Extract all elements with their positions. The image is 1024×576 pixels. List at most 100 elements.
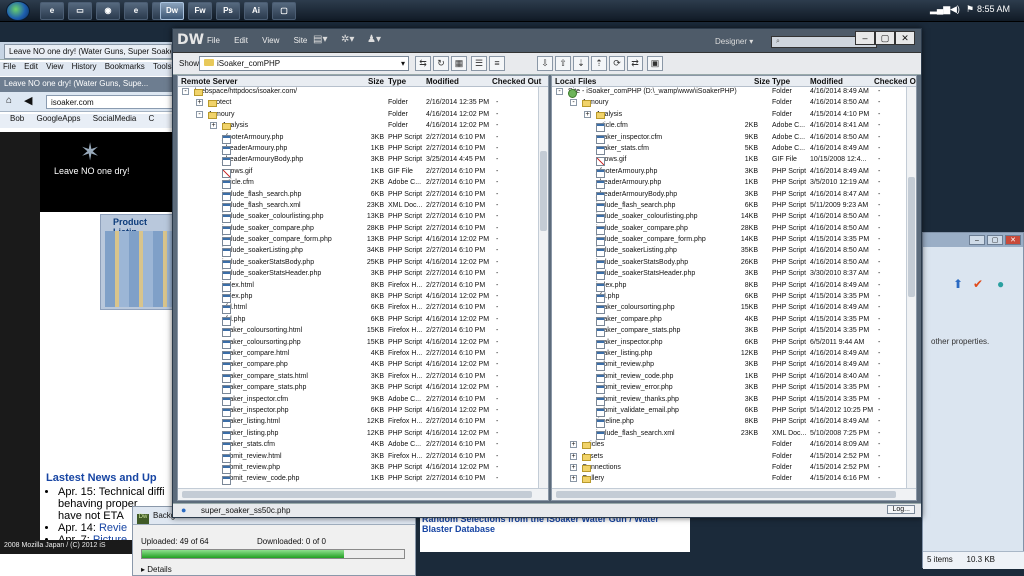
col-type[interactable]: Type	[388, 77, 406, 86]
upload-icon[interactable]: ⬆	[953, 277, 963, 291]
local-hscroll[interactable]	[552, 488, 916, 500]
file-row[interactable]: _headerArmouryBody.php 3KB PHP Script 4/16/…	[552, 190, 916, 201]
file-row[interactable]: _headerArmouryBody.php 3KB PHP Script 3/25/…	[178, 155, 548, 167]
file-row[interactable]: + Assets Folder 4/15/2014 2:52 PM -	[552, 452, 916, 463]
dw-menu-file[interactable]: File	[207, 36, 220, 45]
file-row[interactable]: soaker_compare_stats.html 3KB Firefox H...…	[178, 372, 548, 383]
file-row[interactable]: + Analysis Folder 4/16/2014 12:02 PM -	[178, 121, 548, 132]
clock[interactable]: 8:55 AM	[977, 4, 1010, 14]
volume-icon[interactable]: ◀)	[950, 4, 960, 15]
file-row[interactable]: include_flash_search.php 6KB PHP Script 5/1…	[552, 201, 916, 212]
sync-icon[interactable]: ⟳	[609, 56, 625, 71]
col-checked-out[interactable]: Checked Out	[492, 77, 541, 86]
file-row[interactable]: include_soaker_compare_form.php 13KB PHP S…	[178, 235, 548, 247]
details-toggle[interactable]: ▸ Details	[141, 565, 172, 574]
expand-icon[interactable]: +	[196, 99, 203, 107]
file-row[interactable]: - Armoury Folder 4/16/2014 12:02 PM -	[178, 110, 548, 121]
folder-taskbar-icon[interactable]: ▭	[68, 2, 92, 20]
file-row[interactable]: soaker_compare.php 4KB PHP Script 4/15/2014…	[552, 315, 916, 326]
close-button[interactable]: ✕	[895, 31, 915, 45]
menu-history[interactable]: History	[72, 62, 97, 71]
file-row[interactable]: include_soakerStatsHeader.php 3KB PHP Scri…	[552, 269, 916, 281]
firefox-taskbar-icon[interactable]: ◉	[96, 2, 120, 20]
file-row[interactable]: soaker_compare.php 4KB PHP Script 4/16/2014…	[178, 360, 548, 372]
file-row[interactable]: qfd.php 6KB PHP Script 4/16/2014 12:02 PM -	[178, 315, 548, 326]
file-row[interactable]: soaker_inspector.php 6KB PHP Script 4/16/20…	[178, 406, 548, 417]
file-row[interactable]: soaker_listing.php 12KB PHP Script 4/16/201…	[178, 429, 548, 440]
expand-icon[interactable]: +	[570, 475, 577, 483]
file-row[interactable]: qfd.html 6KB Firefox H... 2/27/2014 6:10 PM…	[178, 303, 548, 315]
file-row[interactable]: soaker_coloursorting.php 15KB PHP Script 4/…	[178, 338, 548, 349]
layout-icon[interactable]: ▤▾	[313, 34, 327, 45]
scroll-thumb[interactable]	[556, 491, 896, 498]
file-row[interactable]: submit_review_thanks.php 3KB PHP Script 4/1…	[552, 395, 916, 406]
file-row[interactable]: submit_review.php 3KB PHP Script 4/16/2014 …	[178, 463, 548, 474]
file-row[interactable]: soaker_stats.cfm 4KB Adobe C... 2/27/2014 6…	[178, 440, 548, 452]
back-icon[interactable]: ◀	[24, 94, 32, 107]
collapse-icon[interactable]: -	[556, 88, 563, 95]
dw-menu-edit[interactable]: Edit	[234, 36, 248, 45]
file-row[interactable]: include_flash_search.xml 23KB XML Doc... 2/…	[178, 201, 548, 212]
file-row[interactable]: soaker_inspector.cfm 9KB Adobe C... 4/16/20…	[552, 133, 916, 144]
col-modified[interactable]: Modified	[426, 77, 459, 86]
firefox-tab[interactable]: Leave NO one dry! (Water Guns, Super Soa…	[4, 44, 172, 59]
menu-tools[interactable]: Tools	[153, 62, 172, 71]
dw-menu-view[interactable]: View	[262, 36, 279, 45]
file-row[interactable]: arrows.gif 1KB GIF File 2/27/2014 6:10 PM -	[178, 167, 548, 178]
file-row[interactable]: article.cfm 2KB Adobe C... 2/27/2014 6:10 P…	[178, 178, 548, 190]
file-row[interactable]: + Analysis Folder 4/15/2014 4:10 PM -	[552, 110, 916, 121]
file-row[interactable]: submit_review.php 3KB PHP Script 4/16/2014 …	[552, 360, 916, 372]
file-row[interactable]: include_soakerListing.php 35KB PHP Script 4…	[552, 246, 916, 258]
file-row[interactable]: soaker_compare.html 4KB Firefox H... 2/27/2…	[178, 349, 548, 360]
file-row[interactable]: soaker_listing.html 12KB Firefox H... 2/27/…	[178, 417, 548, 429]
col-size[interactable]: Size	[368, 77, 384, 86]
file-row[interactable]: + Gallery Folder 4/15/2014 6:16 PM -	[552, 474, 916, 485]
file-row[interactable]: soaker_coloursorting.php 15KB PHP Script 4/…	[552, 303, 916, 315]
menu-file[interactable]: File	[3, 62, 16, 71]
file-row[interactable]: soaker_listing.php 12KB PHP Script 4/16/201…	[552, 349, 916, 360]
file-row[interactable]: soaker_compare_stats.php 3KB PHP Script 4/1…	[552, 326, 916, 338]
workspace-switcher[interactable]: Designer ▾	[715, 37, 753, 46]
menu-view[interactable]: View	[46, 62, 63, 71]
file-row[interactable]: include_soakerStatsBody.php 26KB PHP Scrip…	[552, 258, 916, 269]
file-row[interactable]: + articles Folder 4/16/2014 8:09 AM -	[552, 440, 916, 451]
bookmark-bob[interactable]: Bob	[10, 114, 24, 123]
file-row[interactable]: arrows.gif 1KB GIF File 10/15/2008 12:4... -	[552, 155, 916, 167]
collapse-icon[interactable]: -	[182, 88, 189, 95]
file-row[interactable]: qfd.php 6KB PHP Script 4/15/2014 3:35 PM -	[552, 292, 916, 304]
minimize-button[interactable]: –	[855, 31, 875, 45]
put-files-icon[interactable]: ⇧	[555, 56, 571, 71]
maximize-button[interactable]: ▢	[875, 31, 895, 45]
network-icon[interactable]: ▂▄▆	[930, 4, 950, 15]
gear-icon[interactable]: ✲▾	[341, 34, 354, 45]
file-row[interactable]: -/webspace/httpdocs/isoaker.com/	[178, 87, 548, 98]
col-checked-out[interactable]: Checked O	[874, 77, 916, 86]
file-row[interactable]: submit_review_code.php 1KB PHP Script 2/27/…	[178, 474, 548, 486]
file-row[interactable]: include_soaker_compare.php 28KB PHP Script…	[178, 224, 548, 235]
file-row[interactable]: article.cfm 2KB Adobe C... 4/16/2014 8:41 A…	[552, 121, 916, 133]
dw-menu-site[interactable]: Site	[294, 36, 308, 45]
globe-icon[interactable]: ●	[997, 277, 1004, 291]
ie-taskbar-icon[interactable]: e	[40, 2, 64, 20]
file-row[interactable]: include_soaker_colourlisting.php 13KB PHP …	[178, 212, 548, 224]
bookmark-c[interactable]: C	[149, 114, 155, 123]
scroll-thumb[interactable]	[182, 491, 532, 498]
expand-icon[interactable]: +	[584, 110, 591, 118]
bookmark-googleapps[interactable]: GoogleApps	[36, 114, 80, 123]
compare-icon[interactable]: ⇄	[627, 56, 643, 71]
flag-icon[interactable]: ⚑	[966, 4, 974, 15]
fireworks-taskbar-icon[interactable]: Fw	[188, 2, 212, 20]
file-row[interactable]: _footerArmoury.php 3KB PHP Script 2/27/2014…	[178, 133, 548, 144]
file-row[interactable]: index.php 8KB PHP Script 4/16/2014 12:02 PM…	[178, 292, 548, 304]
file-row[interactable]: _headerArmoury.php 1KB PHP Script 3/5/2010 …	[552, 178, 916, 190]
file-row[interactable]: submit_review_error.php 3KB PHP Script 4/15…	[552, 383, 916, 395]
file-row[interactable]: - Site - iSoaker_comPHP (D:\_wamp\www\iSo…	[552, 87, 916, 98]
close-button[interactable]: ✕	[1005, 235, 1021, 245]
file-row[interactable]: submit_validate_email.php 6KB PHP Script 5/…	[552, 406, 916, 417]
file-row[interactable]: include_flash_search.php 6KB PHP Script 2/2…	[178, 190, 548, 201]
scroll-thumb[interactable]	[540, 151, 547, 231]
file-row[interactable]: soaker_inspector.php 6KB PHP Script 6/5/201…	[552, 338, 916, 349]
log-button[interactable]: Log...	[887, 505, 915, 514]
view-icon[interactable]: ▦	[451, 56, 467, 71]
file-row[interactable]: include_soakerStatsBody.php 25KB PHP Scrip…	[178, 258, 548, 269]
